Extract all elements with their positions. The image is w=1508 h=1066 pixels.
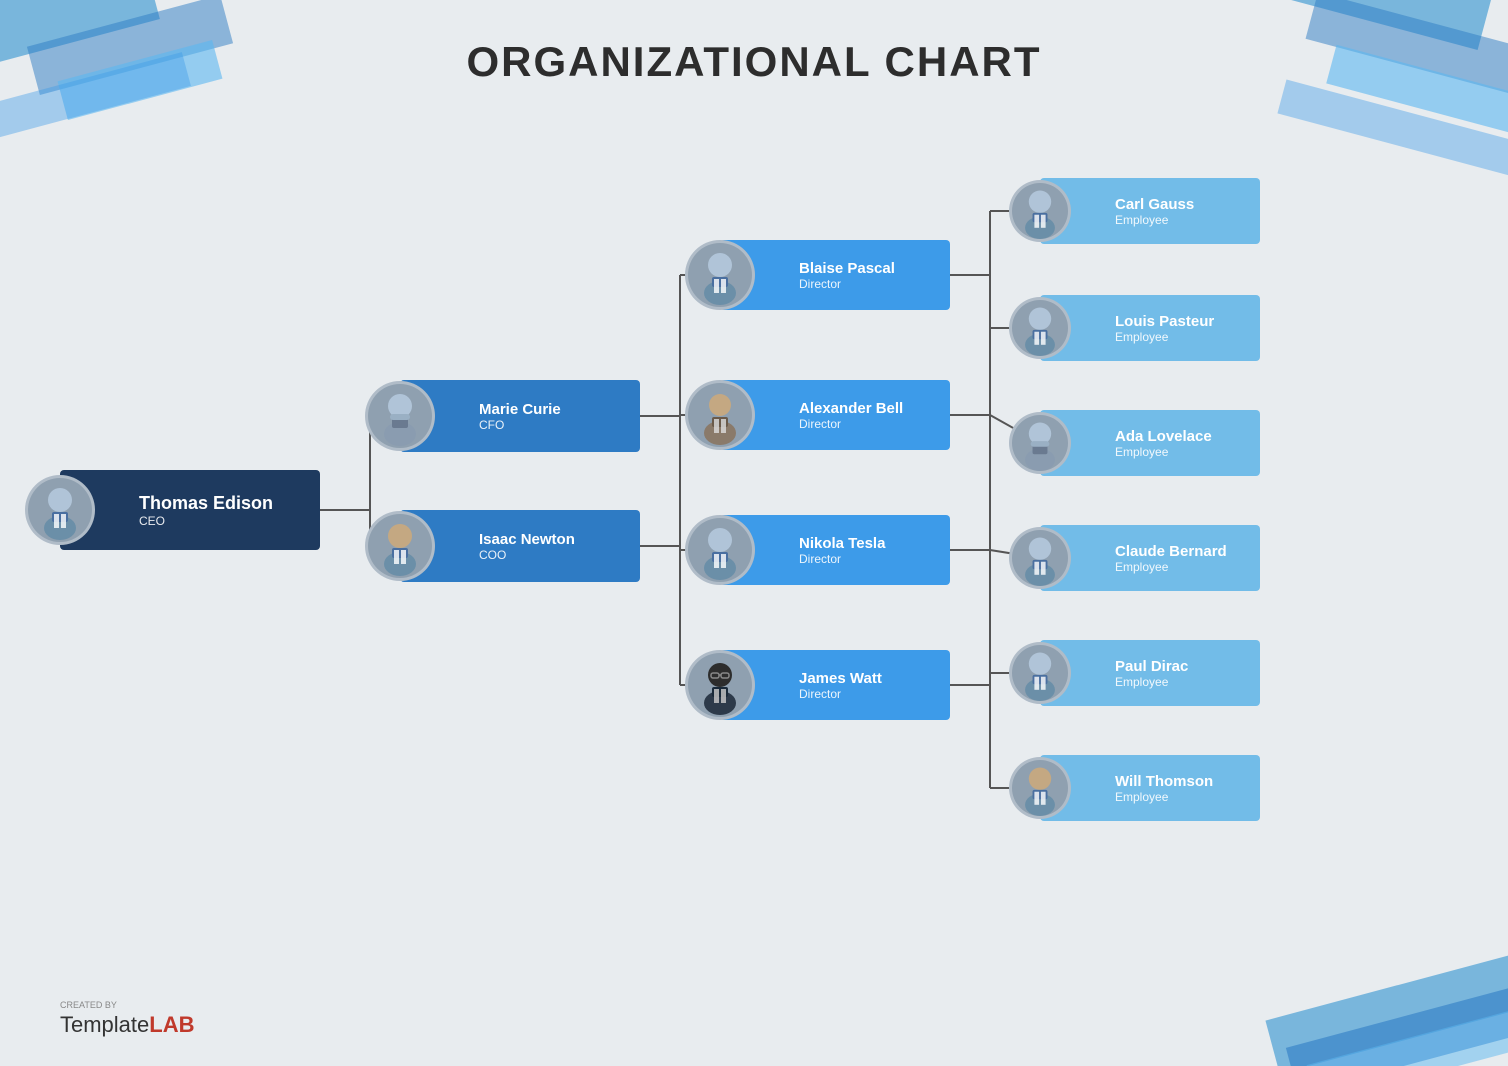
dir4-avatar [685,650,755,720]
vp2-text: Isaac Newton COO [435,523,591,570]
dir1-role: Director [799,277,895,291]
ceo-text: Thomas Edison CEO [95,485,289,536]
emp4-name: Claude Bernard [1115,543,1227,560]
ceo-avatar [25,475,95,545]
dir1-avatar [685,240,755,310]
emp3-avatar [1009,412,1071,474]
emp2-name: Louis Pasteur [1115,313,1214,330]
dir4-node: James Watt Director [720,650,950,720]
vp1-node: Marie Curie CFO [400,380,640,452]
vp1-avatar [365,381,435,451]
emp5-avatar [1009,642,1071,704]
dir1-text: Blaise Pascal Director [755,252,911,299]
dir4-text: James Watt Director [755,662,898,709]
dir3-name: Nikola Tesla [799,535,885,552]
emp1-name: Carl Gauss [1115,196,1194,213]
vp2-avatar [365,511,435,581]
vp2-node: Isaac Newton COO [400,510,640,582]
emp6-avatar [1009,757,1071,819]
ceo-name: Thomas Edison [139,493,273,514]
emp2-role: Employee [1115,330,1214,344]
logo-created-by: CREATED BY [60,1000,195,1010]
dir3-role: Director [799,552,885,566]
emp3-role: Employee [1115,445,1212,459]
emp6-name: Will Thomson [1115,773,1213,790]
emp6-role: Employee [1115,790,1213,804]
emp5-text: Paul Dirac Employee [1071,650,1204,697]
dir4-name: James Watt [799,670,882,687]
vp2-role: COO [479,548,575,562]
vp2-name: Isaac Newton [479,531,575,548]
emp4-text: Claude Bernard Employee [1071,535,1243,582]
page-title: ORGANIZATIONAL CHART [0,0,1508,86]
emp2-avatar [1009,297,1071,359]
emp4-avatar [1009,527,1071,589]
emp5-role: Employee [1115,675,1188,689]
emp1-role: Employee [1115,213,1194,227]
emp3-text: Ada Lovelace Employee [1071,420,1228,467]
vp1-name: Marie Curie [479,401,561,418]
emp1-avatar [1009,180,1071,242]
emp4-role: Employee [1115,560,1227,574]
dir4-role: Director [799,687,882,701]
dir2-name: Alexander Bell [799,400,903,417]
vp1-role: CFO [479,418,561,432]
emp2-text: Louis Pasteur Employee [1071,305,1230,352]
emp6-text: Will Thomson Employee [1071,765,1229,812]
emp5-node: Paul Dirac Employee [1040,640,1260,706]
emp2-node: Louis Pasteur Employee [1040,295,1260,361]
vp1-text: Marie Curie CFO [435,393,577,440]
dir1-name: Blaise Pascal [799,260,895,277]
logo: CREATED BY TemplateLAB [60,1000,195,1038]
logo-template: Template [60,1012,149,1037]
dir2-node: Alexander Bell Director [720,380,950,450]
dir3-text: Nikola Tesla Director [755,527,901,574]
emp3-node: Ada Lovelace Employee [1040,410,1260,476]
emp4-node: Claude Bernard Employee [1040,525,1260,591]
dir3-avatar [685,515,755,585]
ceo-role: CEO [139,514,273,528]
dir2-text: Alexander Bell Director [755,392,919,439]
chart-area: Thomas Edison CEO Marie Curie CFO [0,110,1508,986]
emp5-name: Paul Dirac [1115,658,1188,675]
ceo-node: Thomas Edison CEO [60,470,320,550]
emp3-name: Ada Lovelace [1115,428,1212,445]
emp1-text: Carl Gauss Employee [1071,188,1210,235]
dir1-node: Blaise Pascal Director [720,240,950,310]
dir3-node: Nikola Tesla Director [720,515,950,585]
emp6-node: Will Thomson Employee [1040,755,1260,821]
logo-lab: LAB [149,1012,194,1037]
dir2-avatar [685,380,755,450]
dir2-role: Director [799,417,903,431]
emp1-node: Carl Gauss Employee [1040,178,1260,244]
